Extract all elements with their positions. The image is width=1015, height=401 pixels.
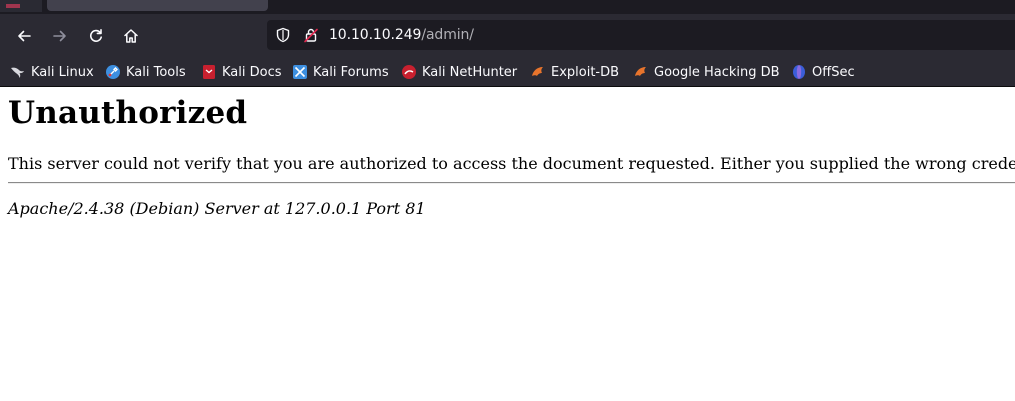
url-bar[interactable]: 10.10.10.249/admin/ <box>267 20 1015 50</box>
bookmark-label: OffSec <box>812 64 855 80</box>
page-title: Unauthorized <box>8 95 248 131</box>
reload-button[interactable] <box>80 20 112 52</box>
bookmark-exploit-db[interactable]: Exploit-DB <box>530 62 619 82</box>
bookmark-label: Google Hacking DB <box>654 64 780 80</box>
error-message: This server could not verify that you ar… <box>8 154 1015 173</box>
url-host: 10.10.10.249 <box>329 27 422 43</box>
bookmark-kali-linux[interactable]: Kali Linux <box>10 62 94 82</box>
tab-previous[interactable] <box>0 0 42 12</box>
bookmark-label: Kali Docs <box>222 64 282 80</box>
arrow-left-icon <box>18 30 31 42</box>
forward-button[interactable] <box>44 20 76 52</box>
navigation-toolbar: 10.10.10.249/admin/ <box>0 14 1015 58</box>
bookmark-label: Kali NetHunter <box>422 64 518 80</box>
exploit-db-icon <box>532 67 543 76</box>
bookmark-kali-docs[interactable]: Kali Docs <box>201 62 282 82</box>
home-button[interactable] <box>115 20 147 52</box>
tab-active[interactable] <box>47 0 268 11</box>
bookmark-label: Kali Tools <box>126 64 186 80</box>
server-signature: Apache/2.4.38 (Debian) Server at 127.0.0… <box>8 199 426 218</box>
kali-forums-icon <box>293 65 307 79</box>
bookmark-offsec[interactable]: OffSec <box>791 62 855 82</box>
insecure-lock-icon[interactable] <box>303 27 319 43</box>
bookmark-kali-tools[interactable]: Kali Tools <box>105 62 186 82</box>
bookmarks-toolbar: Kali Linux Kali Tools Kali Docs Kali For… <box>0 58 1015 87</box>
bookmark-kali-forums[interactable]: Kali Forums <box>292 62 389 82</box>
page-content: Unauthorized This server could not verif… <box>0 87 1015 401</box>
bookmark-label: Kali Linux <box>31 64 94 80</box>
google-hacking-db-icon <box>635 67 646 76</box>
tab-strip <box>0 0 1015 14</box>
back-button[interactable] <box>8 20 40 52</box>
arrow-right-icon <box>53 30 66 42</box>
bookmark-kali-nethunter[interactable]: Kali NetHunter <box>401 62 517 82</box>
bookmark-label: Exploit-DB <box>551 64 620 80</box>
url-text[interactable]: 10.10.10.249/admin/ <box>329 27 474 43</box>
kali-tools-icon <box>106 65 120 79</box>
reload-icon <box>89 29 102 42</box>
bookmark-label: Kali Forums <box>313 64 389 80</box>
kali-nethunter-icon <box>402 65 416 79</box>
divider <box>8 182 1015 184</box>
url-path: /admin/ <box>421 27 474 43</box>
offsec-icon <box>793 65 805 79</box>
home-icon <box>124 29 138 43</box>
kali-docs-icon <box>203 65 215 79</box>
shield-icon[interactable] <box>275 27 291 43</box>
tab-strip-empty <box>268 0 1015 14</box>
kali-dragon-icon <box>11 67 24 78</box>
bookmark-google-hacking-db[interactable]: Google Hacking DB <box>633 62 780 82</box>
